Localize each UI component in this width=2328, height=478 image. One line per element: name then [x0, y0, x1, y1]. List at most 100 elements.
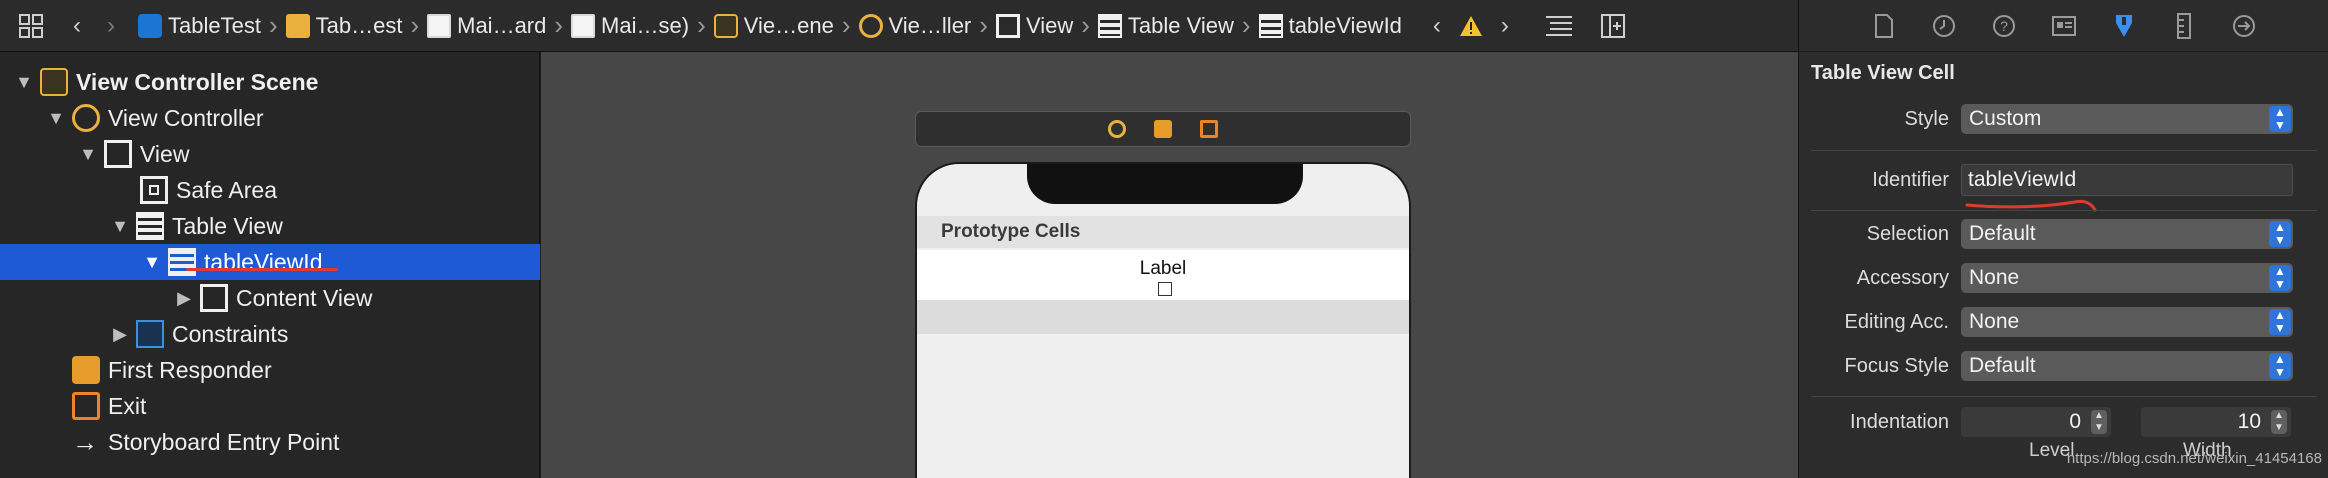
indentation-row: Indentation 0 ▲ ▼ 10 ▲ ▼: [1799, 405, 2328, 439]
attributes-inspector: ? Table View Cell Style Custom ▲ ▼ Identi…: [1798, 0, 2328, 478]
indentation-level-stepper[interactable]: 0 ▲ ▼: [1961, 407, 2111, 437]
next-issue-icon[interactable]: ›: [1488, 9, 1522, 43]
disclosure-triangle-icon[interactable]: ▶: [110, 324, 130, 345]
disclosure-triangle-icon[interactable]: ▼: [142, 252, 162, 273]
section-title: Table View Cell: [1811, 62, 1955, 84]
forward-icon[interactable]: ›: [94, 9, 128, 43]
breadcrumb-storyboard[interactable]: Mai…ard: [427, 13, 546, 39]
stepper-arrows-icon[interactable]: ▲ ▼: [2091, 410, 2107, 434]
annotation-underline: [1965, 199, 2097, 212]
device-frame: Prototype Cells Label: [915, 162, 1411, 478]
constraints-icon: [136, 320, 164, 348]
outline-item-view[interactable]: ▼ View: [0, 136, 540, 172]
view-icon: [104, 140, 132, 168]
prototype-cell[interactable]: Label: [917, 250, 1409, 300]
divider: [1811, 150, 2317, 151]
outline-item-scene[interactable]: ▼ View Controller Scene: [0, 64, 540, 100]
table-view-icon: [136, 212, 164, 240]
connections-inspector-icon[interactable]: [2225, 7, 2263, 45]
folder-icon: [285, 13, 310, 38]
history-inspector-icon[interactable]: [1925, 7, 1963, 45]
chevron-up-down-icon: ▲ ▼: [2269, 265, 2291, 291]
disclosure-triangle-icon[interactable]: ▼: [110, 216, 130, 237]
selection-popup[interactable]: Default ▲ ▼: [1961, 219, 2293, 249]
identity-inspector-icon[interactable]: [2045, 7, 2083, 45]
identifier-field[interactable]: tableViewId: [1961, 164, 2293, 196]
focus-style-popup[interactable]: Default ▲ ▼: [1961, 351, 2293, 381]
chevron-right-icon: ›: [1241, 10, 1251, 40]
chevron-up-down-icon: ▲ ▼: [2269, 106, 2291, 132]
outline-item-exit[interactable]: Exit: [0, 388, 540, 424]
size-inspector-icon[interactable]: [2165, 7, 2203, 45]
view-controller-icon: [858, 13, 883, 38]
focus-style-row: Focus Style Default ▲ ▼: [1799, 349, 2328, 383]
outline-item-table-cell[interactable]: ▼ tableViewId: [0, 244, 540, 280]
warning-icon[interactable]: [1454, 9, 1488, 43]
outline-item-content-view[interactable]: ▶ Content View: [0, 280, 540, 316]
disclosure-triangle-icon[interactable]: ▼: [46, 108, 66, 129]
cell-label[interactable]: Label: [917, 258, 1409, 280]
svg-text:?: ?: [2000, 18, 2008, 34]
table-view-cell-icon: [1258, 13, 1283, 38]
view-controller-icon[interactable]: [1108, 120, 1126, 138]
previous-issue-icon[interactable]: ‹: [1420, 9, 1454, 43]
related-items-icon[interactable]: [14, 9, 48, 43]
divider: [1811, 396, 2317, 397]
file-inspector-icon[interactable]: [1865, 7, 1903, 45]
outline-item-first-responder[interactable]: First Responder: [0, 352, 540, 388]
chevron-right-icon: ›: [841, 10, 851, 40]
back-icon[interactable]: ‹: [60, 9, 94, 43]
breadcrumb-project[interactable]: TableTest: [138, 13, 261, 39]
chevron-up-down-icon: ▲ ▼: [2269, 309, 2291, 335]
xcode-project-icon: [138, 13, 162, 38]
outline-item-safe-area[interactable]: Safe Area: [0, 172, 540, 208]
quick-help-icon[interactable]: ?: [1985, 7, 2023, 45]
chevron-right-icon: ›: [268, 10, 278, 40]
outline-item-view-controller[interactable]: ▼ View Controller: [0, 100, 540, 136]
breadcrumb-table-view[interactable]: Table View: [1097, 13, 1234, 39]
view-controller-icon: [72, 104, 100, 132]
add-editor-icon[interactable]: [1596, 9, 1630, 43]
selection-row: Selection Default ▲ ▼: [1799, 217, 2328, 251]
view-icon: [995, 13, 1020, 38]
arrow-right-icon: →: [72, 426, 98, 457]
annotation-underline: [186, 268, 338, 271]
indentation-width-stepper[interactable]: 10 ▲ ▼: [2141, 407, 2291, 437]
chevron-right-icon: ›: [697, 10, 706, 40]
breadcrumb-view[interactable]: View: [995, 13, 1073, 39]
outline-item-entry-point[interactable]: → Storyboard Entry Point: [0, 424, 540, 460]
device-notch: [1027, 164, 1303, 204]
chevron-right-icon: ›: [1081, 10, 1090, 40]
prototype-cells-header: Prototype Cells: [917, 216, 1409, 248]
breadcrumb-storyboard-base[interactable]: Mai…se): [571, 13, 689, 39]
jump-bar: ‹ › TableTest › Tab…est › Mai…ard › Mai……: [0, 0, 1798, 52]
breadcrumb-table-cell[interactable]: tableViewId: [1258, 13, 1402, 39]
disclosure-triangle-icon[interactable]: ▼: [78, 144, 98, 165]
editing-accessory-popup[interactable]: None ▲ ▼: [1961, 307, 2293, 337]
exit-icon[interactable]: [1200, 120, 1218, 138]
style-popup[interactable]: Custom ▲ ▼: [1961, 104, 2293, 134]
scene-icon: [713, 13, 738, 38]
attributes-inspector-icon[interactable]: [2105, 7, 2143, 45]
breadcrumb-view-controller[interactable]: Vie…ller: [858, 13, 971, 39]
outline-item-table-view[interactable]: ▼ Table View: [0, 208, 540, 244]
breadcrumb-scene[interactable]: Vie…ene: [713, 13, 834, 39]
watermark: https://blog.csdn.net/weixin_41454168: [2066, 450, 2322, 467]
document-outline: ▼ View Controller Scene ▼ View Controlle…: [0, 52, 540, 478]
stepper-arrows-icon[interactable]: ▲ ▼: [2271, 410, 2287, 434]
table-empty-area: [917, 300, 1409, 334]
outline-item-constraints[interactable]: ▶ Constraints: [0, 316, 540, 352]
scene-icon: [40, 68, 68, 96]
disclosure-triangle-icon[interactable]: ▼: [14, 72, 34, 93]
editor-options-icon[interactable]: [1542, 9, 1576, 43]
breadcrumb-folder[interactable]: Tab…est: [285, 13, 402, 39]
table-view-cell-icon: [168, 248, 196, 276]
accessory-popup[interactable]: None ▲ ▼: [1961, 263, 2293, 293]
first-responder-icon[interactable]: [1154, 120, 1172, 138]
chevron-up-down-icon: ▲ ▼: [2269, 353, 2291, 379]
view-icon: [200, 284, 228, 312]
chevron-right-icon: ›: [410, 10, 420, 40]
style-row: Style Custom ▲ ▼: [1799, 102, 2328, 136]
disclosure-triangle-icon[interactable]: ▶: [174, 288, 194, 309]
resize-handle[interactable]: [1158, 282, 1172, 296]
